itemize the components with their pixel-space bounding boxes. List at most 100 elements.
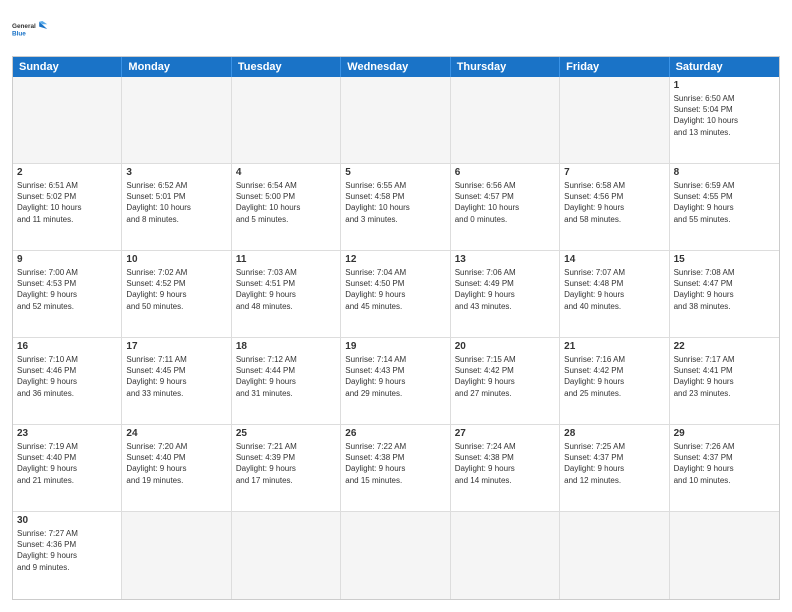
calendar-cell: 12 Sunrise: 7:04 AM Sunset: 4:50 PM Dayli…: [341, 251, 450, 338]
header: GeneralBlue: [12, 12, 780, 48]
calendar-cell: 14Sunrise: 7:07 AM Sunset: 4:48 PM Dayli…: [560, 251, 669, 338]
day-number: 21: [564, 341, 664, 352]
day-number: 28: [564, 428, 664, 439]
calendar-cell: 5 Sunrise: 6:55 AM Sunset: 4:58 PM Daylig…: [341, 164, 450, 251]
cell-info: Sunrise: 6:58 AM Sunset: 4:56 PM Dayligh…: [564, 180, 664, 225]
day-number: 22: [674, 341, 775, 352]
logo-icon: GeneralBlue: [12, 12, 48, 48]
cell-info: Sunrise: 7:10 AM Sunset: 4:46 PM Dayligh…: [17, 354, 117, 399]
cell-info: Sunrise: 7:24 AM Sunset: 4:38 PM Dayligh…: [455, 441, 555, 486]
header-wednesday: Wednesday: [341, 57, 450, 77]
calendar-cell: 15Sunrise: 7:08 AM Sunset: 4:47 PM Dayli…: [670, 251, 779, 338]
cell-info: Sunrise: 7:06 AM Sunset: 4:49 PM Dayligh…: [455, 267, 555, 312]
header-monday: Monday: [122, 57, 231, 77]
calendar-cell: 10 Sunrise: 7:02 AM Sunset: 4:52 PM Dayli…: [122, 251, 231, 338]
calendar-cell: 4Sunrise: 6:54 AM Sunset: 5:00 PM Daylig…: [232, 164, 341, 251]
calendar-cell: [670, 512, 779, 599]
calendar-cell: 1 Sunrise: 6:50 AM Sunset: 5:04 PM Daylig…: [670, 77, 779, 164]
calendar-cell: 29 Sunrise: 7:26 AM Sunset: 4:37 PM Dayli…: [670, 425, 779, 512]
cell-info: Sunrise: 7:21 AM Sunset: 4:39 PM Dayligh…: [236, 441, 336, 486]
calendar-cell: [560, 77, 669, 164]
cell-info: Sunrise: 7:15 AM Sunset: 4:42 PM Dayligh…: [455, 354, 555, 399]
calendar-cell: 19 Sunrise: 7:14 AM Sunset: 4:43 PM Dayli…: [341, 338, 450, 425]
calendar-cell: 24 Sunrise: 7:20 AM Sunset: 4:40 PM Dayli…: [122, 425, 231, 512]
day-number: 25: [236, 428, 336, 439]
calendar-header: Sunday Monday Tuesday Wednesday Thursday…: [13, 57, 779, 77]
calendar-cell: 16 Sunrise: 7:10 AM Sunset: 4:46 PM Dayli…: [13, 338, 122, 425]
calendar-cell: 9Sunrise: 7:00 AM Sunset: 4:53 PM Daylig…: [13, 251, 122, 338]
svg-text:Blue: Blue: [12, 30, 26, 37]
day-number: 14: [564, 254, 664, 265]
day-number: 17: [126, 341, 226, 352]
day-number: 6: [455, 167, 555, 178]
day-number: 20: [455, 341, 555, 352]
calendar-cell: 7 Sunrise: 6:58 AM Sunset: 4:56 PM Daylig…: [560, 164, 669, 251]
day-number: 24: [126, 428, 226, 439]
calendar-cell: [560, 512, 669, 599]
calendar-cell: 25 Sunrise: 7:21 AM Sunset: 4:39 PM Dayli…: [232, 425, 341, 512]
day-number: 29: [674, 428, 775, 439]
calendar-cell: [451, 512, 560, 599]
cell-info: Sunrise: 6:50 AM Sunset: 5:04 PM Dayligh…: [674, 93, 775, 138]
calendar-cell: 22 Sunrise: 7:17 AM Sunset: 4:41 PM Dayli…: [670, 338, 779, 425]
cell-info: Sunrise: 7:11 AM Sunset: 4:45 PM Dayligh…: [126, 354, 226, 399]
calendar-cell: 2 Sunrise: 6:51 AM Sunset: 5:02 PM Daylig…: [13, 164, 122, 251]
calendar-cell: 26Sunrise: 7:22 AM Sunset: 4:38 PM Dayli…: [341, 425, 450, 512]
day-number: 2: [17, 167, 117, 178]
day-number: 19: [345, 341, 445, 352]
cell-info: Sunrise: 7:26 AM Sunset: 4:37 PM Dayligh…: [674, 441, 775, 486]
cell-info: Sunrise: 7:12 AM Sunset: 4:44 PM Dayligh…: [236, 354, 336, 399]
calendar-cell: 20 Sunrise: 7:15 AM Sunset: 4:42 PM Dayli…: [451, 338, 560, 425]
cell-info: Sunrise: 6:59 AM Sunset: 4:55 PM Dayligh…: [674, 180, 775, 225]
cell-info: Sunrise: 7:08 AM Sunset: 4:47 PM Dayligh…: [674, 267, 775, 312]
day-number: 7: [564, 167, 664, 178]
day-number: 11: [236, 254, 336, 265]
day-number: 5: [345, 167, 445, 178]
cell-info: Sunrise: 6:51 AM Sunset: 5:02 PM Dayligh…: [17, 180, 117, 225]
calendar-cell: 18 Sunrise: 7:12 AM Sunset: 4:44 PM Dayli…: [232, 338, 341, 425]
cell-info: Sunrise: 7:20 AM Sunset: 4:40 PM Dayligh…: [126, 441, 226, 486]
cell-info: Sunrise: 7:27 AM Sunset: 4:36 PM Dayligh…: [17, 528, 117, 573]
header-thursday: Thursday: [451, 57, 560, 77]
calendar-cell: 23Sunrise: 7:19 AM Sunset: 4:40 PM Dayli…: [13, 425, 122, 512]
cell-info: Sunrise: 6:55 AM Sunset: 4:58 PM Dayligh…: [345, 180, 445, 225]
day-number: 18: [236, 341, 336, 352]
cell-info: Sunrise: 6:54 AM Sunset: 5:00 PM Dayligh…: [236, 180, 336, 225]
day-number: 27: [455, 428, 555, 439]
day-number: 8: [674, 167, 775, 178]
calendar-cell: [451, 77, 560, 164]
day-number: 30: [17, 515, 117, 526]
cell-info: Sunrise: 7:14 AM Sunset: 4:43 PM Dayligh…: [345, 354, 445, 399]
cell-info: Sunrise: 7:25 AM Sunset: 4:37 PM Dayligh…: [564, 441, 664, 486]
calendar-cell: [232, 512, 341, 599]
calendar-cell: 30 Sunrise: 7:27 AM Sunset: 4:36 PM Dayli…: [13, 512, 122, 599]
page: GeneralBlue Sunday Monday Tuesday Wednes…: [0, 0, 792, 612]
header-sunday: Sunday: [13, 57, 122, 77]
cell-info: Sunrise: 7:17 AM Sunset: 4:41 PM Dayligh…: [674, 354, 775, 399]
calendar-cell: 17 Sunrise: 7:11 AM Sunset: 4:45 PM Dayli…: [122, 338, 231, 425]
cell-info: Sunrise: 7:03 AM Sunset: 4:51 PM Dayligh…: [236, 267, 336, 312]
calendar-cell: 28 Sunrise: 7:25 AM Sunset: 4:37 PM Dayli…: [560, 425, 669, 512]
cell-info: Sunrise: 7:04 AM Sunset: 4:50 PM Dayligh…: [345, 267, 445, 312]
day-number: 16: [17, 341, 117, 352]
day-number: 23: [17, 428, 117, 439]
cell-info: Sunrise: 7:02 AM Sunset: 4:52 PM Dayligh…: [126, 267, 226, 312]
calendar-cell: 13 Sunrise: 7:06 AM Sunset: 4:49 PM Dayli…: [451, 251, 560, 338]
logo: GeneralBlue: [12, 12, 48, 48]
day-number: 10: [126, 254, 226, 265]
calendar-cell: [122, 77, 231, 164]
calendar-cell: 21 Sunrise: 7:16 AM Sunset: 4:42 PM Dayli…: [560, 338, 669, 425]
day-number: 12: [345, 254, 445, 265]
cell-info: Sunrise: 7:22 AM Sunset: 4:38 PM Dayligh…: [345, 441, 445, 486]
day-number: 1: [674, 80, 775, 91]
header-saturday: Saturday: [670, 57, 779, 77]
calendar-cell: [122, 512, 231, 599]
header-tuesday: Tuesday: [232, 57, 341, 77]
calendar-body: 1 Sunrise: 6:50 AM Sunset: 5:04 PM Daylig…: [13, 77, 779, 599]
cell-info: Sunrise: 7:16 AM Sunset: 4:42 PM Dayligh…: [564, 354, 664, 399]
day-number: 13: [455, 254, 555, 265]
day-number: 3: [126, 167, 226, 178]
calendar-cell: 8 Sunrise: 6:59 AM Sunset: 4:55 PM Daylig…: [670, 164, 779, 251]
day-number: 9: [17, 254, 117, 265]
calendar: Sunday Monday Tuesday Wednesday Thursday…: [12, 56, 780, 600]
